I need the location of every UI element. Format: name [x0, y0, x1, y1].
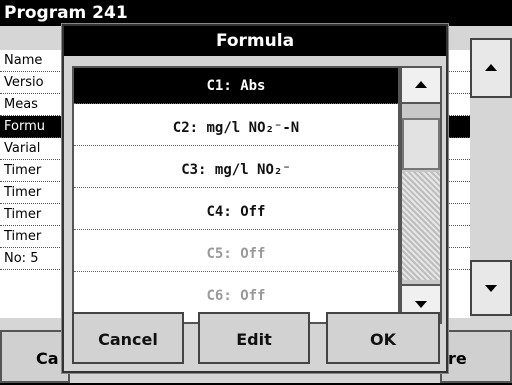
formula-option-list: C1: Abs C2: mg/l NO₂⁻-N C3: mg/l NO₂⁻ C4…	[72, 66, 400, 324]
background-title: Program 241	[0, 0, 512, 26]
cancel-button[interactable]: Cancel	[72, 312, 184, 364]
background-scroll-up-button[interactable]	[470, 38, 512, 98]
background-cancel-button[interactable]: Ca	[0, 330, 70, 383]
background-scroll-down-button[interactable]	[470, 260, 512, 316]
arrow-down-icon	[485, 285, 497, 292]
background-cancel-label: Ca	[36, 349, 59, 368]
formula-dialog: Formula C1: Abs C2: mg/l NO₂⁻-N C3: mg/l…	[62, 24, 448, 373]
arrow-up-icon	[415, 81, 427, 88]
dialog-title: Formula	[64, 26, 446, 56]
formula-option-c2[interactable]: C2: mg/l NO₂⁻-N	[74, 110, 398, 146]
scroll-track[interactable]	[402, 172, 440, 280]
background-more-label: re	[448, 349, 467, 368]
formula-option-c6[interactable]: C6: Off	[74, 278, 398, 314]
ok-button[interactable]: OK	[326, 312, 440, 364]
formula-option-c1[interactable]: C1: Abs	[74, 68, 398, 104]
edit-button[interactable]: Edit	[198, 312, 310, 364]
formula-option-c4[interactable]: C4: Off	[74, 194, 398, 230]
scroll-thumb[interactable]	[402, 118, 440, 170]
arrow-up-icon	[485, 64, 497, 71]
formula-option-c3[interactable]: C3: mg/l NO₂⁻	[74, 152, 398, 188]
dialog-scrollbar[interactable]	[400, 66, 442, 324]
background-more-button[interactable]: re	[440, 330, 512, 383]
scroll-up-button[interactable]	[402, 68, 440, 104]
formula-option-c5[interactable]: C5: Off	[74, 236, 398, 272]
arrow-down-icon	[415, 301, 427, 308]
